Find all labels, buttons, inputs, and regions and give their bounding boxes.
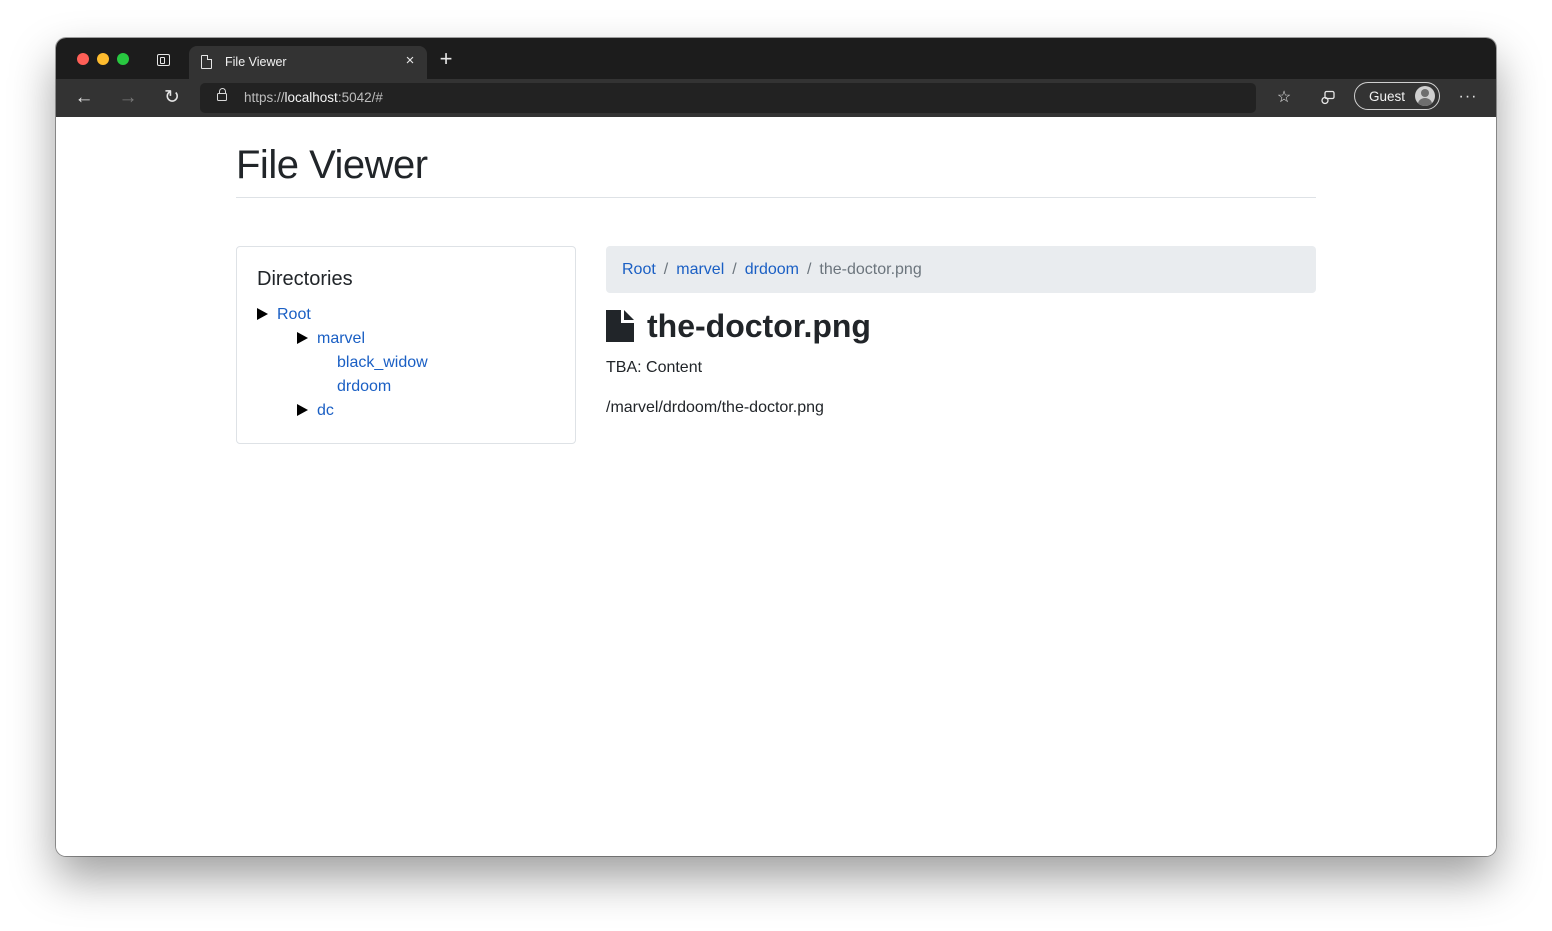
address-bar[interactable]: https://localhost:5042/#: [200, 83, 1256, 113]
expand-caret-icon[interactable]: [297, 332, 308, 344]
url-text: https://localhost:5042/#: [244, 90, 383, 105]
browser-toolbar: ← → ↻ https://localhost:5042/# ☆ Guest ·…: [56, 79, 1496, 118]
tab-file-viewer[interactable]: File Viewer ×: [189, 46, 427, 79]
url-host: localhost: [284, 90, 338, 105]
breadcrumb: Root / marvel / drdoom / the-doctor.png: [606, 246, 1316, 293]
expand-caret-icon[interactable]: [257, 308, 268, 320]
collections-icon[interactable]: [1316, 86, 1340, 110]
back-button[interactable]: ←: [72, 86, 96, 110]
tree-item-dc: dc: [297, 402, 334, 420]
close-tab-icon[interactable]: ×: [402, 53, 418, 69]
page-content: File Viewer Directories Root marvel blac…: [56, 117, 1496, 856]
tree-item-drdoom: drdoom: [337, 378, 391, 396]
expand-caret-icon[interactable]: [297, 404, 308, 416]
browser-window: File Viewer × + ← → ↻ https://localhost:…: [56, 38, 1496, 856]
tree-item-marvel: marvel: [297, 330, 365, 348]
minimize-window-button[interactable]: [97, 53, 109, 65]
breadcrumb-link-drdoom[interactable]: drdoom: [745, 261, 799, 278]
more-options-icon[interactable]: ···: [1456, 86, 1480, 110]
breadcrumb-current: the-doctor.png: [819, 261, 922, 278]
breadcrumb-separator: /: [806, 261, 812, 278]
directories-heading: Directories: [257, 268, 353, 290]
tree-item-black-widow: black_widow: [337, 354, 428, 372]
breadcrumb-link-marvel[interactable]: marvel: [676, 261, 724, 278]
tree-link-black-widow[interactable]: black_widow: [337, 354, 428, 371]
tree-link-root[interactable]: Root: [277, 306, 311, 323]
profile-button[interactable]: Guest: [1354, 82, 1440, 110]
favorites-icon[interactable]: ☆: [1272, 86, 1296, 110]
avatar: [1415, 86, 1435, 106]
breadcrumb-link-root[interactable]: Root: [622, 261, 656, 278]
directories-panel: Directories Root marvel black_widow drdo…: [236, 246, 576, 444]
file-path: /marvel/drdoom/the-doctor.png: [606, 399, 824, 416]
url-rest: :5042/#: [337, 90, 383, 105]
new-tab-icon[interactable]: +: [436, 48, 456, 70]
lock-icon[interactable]: [217, 88, 227, 101]
close-window-button[interactable]: [77, 53, 89, 65]
tree-link-marvel[interactable]: marvel: [317, 330, 365, 347]
profile-label: Guest: [1369, 89, 1406, 104]
page-title: File Viewer: [236, 143, 428, 187]
breadcrumb-separator: /: [663, 261, 669, 278]
file-name: the-doctor.png: [647, 308, 871, 344]
url-scheme: https://: [244, 90, 285, 105]
tree-item-root: Root: [257, 306, 311, 324]
tab-bar: File Viewer × +: [56, 38, 1496, 79]
maximize-window-button[interactable]: [117, 53, 129, 65]
tab-actions-icon[interactable]: [157, 54, 170, 66]
breadcrumb-separator: /: [732, 261, 737, 278]
forward-button[interactable]: →: [116, 86, 140, 110]
tab-title: File Viewer: [225, 55, 287, 69]
tree-link-drdoom[interactable]: drdoom: [337, 378, 391, 395]
divider: [236, 197, 1316, 198]
file-icon: [606, 310, 634, 342]
reload-button[interactable]: ↻: [160, 86, 184, 110]
tree-link-dc[interactable]: dc: [317, 402, 334, 419]
file-content: TBA: Content: [606, 359, 703, 376]
page-icon: [201, 54, 213, 69]
